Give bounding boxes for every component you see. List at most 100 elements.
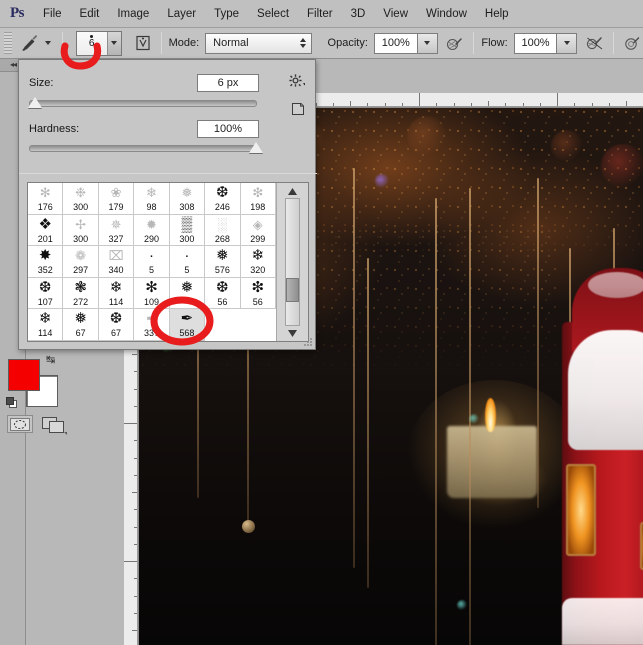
brush-preset-cell[interactable]: ✒ 568: [169, 309, 206, 341]
options-separator-4: [613, 32, 615, 54]
brush-preset-cell[interactable]: · 5: [134, 246, 170, 278]
brush-preset-cell[interactable]: ❇ 56: [240, 277, 276, 310]
flow-input[interactable]: 100%: [513, 32, 558, 54]
brush-preset-cell[interactable]: ✵ 327: [98, 214, 135, 247]
opacity-dropdown-button[interactable]: [417, 32, 438, 54]
brush-preset-cell[interactable]: ◈ 299: [240, 214, 276, 247]
hardness-slider-thumb[interactable]: [249, 142, 263, 153]
brush-preset-cell[interactable]: ░ 268: [205, 214, 241, 247]
options-bar-grip[interactable]: [4, 32, 12, 54]
brush-preset-cell[interactable]: ❆ 107: [28, 277, 64, 310]
brush-preset-thumbnail: ❀: [110, 185, 122, 200]
pressure-size-icon[interactable]: [621, 32, 643, 54]
screen-mode-icon[interactable]: [42, 415, 68, 435]
brush-preset-cell[interactable]: ✻ 176: [28, 183, 64, 215]
photoshop-logo: Ps: [10, 5, 25, 21]
brush-preset-cell[interactable]: ✢ 300: [63, 214, 99, 247]
brush-preset-grid-wrapper: ✻ 176 ❉ 300 ❀ 179 ❄ 98 ❅ 308 ❆ 246 ❇ 198 ❖ 201 ✢ 300 ✵ 327 ✹…: [27, 182, 309, 342]
menu-item-help[interactable]: Help: [476, 0, 518, 28]
brush-preset-cell[interactable]: ✹ 290: [134, 214, 170, 247]
brush-preset-cell[interactable]: ✻ 109: [134, 277, 170, 310]
menu-item-view[interactable]: View: [374, 0, 417, 28]
swap-colors-icon[interactable]: ↹: [46, 355, 58, 367]
brush-preset-cell[interactable]: ❆ 56: [205, 277, 241, 310]
hardness-slider[interactable]: [29, 142, 263, 153]
brush-preset-cell[interactable]: ▒ 300: [169, 214, 206, 247]
brush-preset-cell[interactable]: ❆ 67: [98, 309, 135, 341]
brush-preset-cell[interactable]: ❉ 300: [63, 183, 99, 215]
size-slider-thumb[interactable]: [27, 97, 42, 108]
size-slider[interactable]: [27, 97, 257, 108]
resize-grip-icon[interactable]: [303, 337, 313, 347]
brush-preset-thumbnail: ·: [148, 247, 154, 265]
menu-item-select[interactable]: Select: [248, 0, 298, 28]
triangle-down-icon[interactable]: [286, 327, 300, 339]
brush-preset-size-label: 268: [214, 233, 230, 244]
brush-preset-cell[interactable]: ❆ 246: [205, 183, 241, 215]
menu-item-type[interactable]: Type: [205, 0, 248, 28]
brush-grid-scrollbar[interactable]: [276, 183, 308, 341]
brush-preset-cell[interactable]: ✒ 337: [134, 309, 170, 341]
brush-preset-cell[interactable]: ❅ 576: [205, 246, 241, 278]
brush-preset-picker-button[interactable]: 6: [75, 30, 122, 56]
options-separator-3: [473, 32, 475, 54]
ruler-tick: [332, 103, 334, 106]
ruler-tick: [134, 457, 137, 459]
brush-preset-cell[interactable]: ⌧ 340: [98, 246, 135, 278]
brush-preset-cell[interactable]: ❄ 114: [28, 309, 64, 341]
quick-mask-icon[interactable]: [7, 415, 33, 433]
brush-preset-cell[interactable]: ❃ 272: [63, 277, 99, 310]
menu-item-edit[interactable]: Edit: [71, 0, 109, 28]
brush-preset-cell[interactable]: ❅: [169, 277, 206, 310]
menu-item-window[interactable]: Window: [417, 0, 476, 28]
color-swatches: ↹: [6, 355, 58, 410]
menu-item-3d[interactable]: 3D: [342, 0, 375, 28]
blend-mode-value: Normal: [213, 37, 249, 49]
brush-preset-cell[interactable]: ❇ 198: [240, 183, 276, 215]
scrollbar-thumb[interactable]: [286, 278, 299, 303]
ruler-tick: [419, 93, 420, 106]
brush-preset-dropdown-arrow[interactable]: [106, 31, 121, 55]
brush-preset-cell[interactable]: ❁ 297: [63, 246, 99, 278]
brush-tool-dropdown-arrow[interactable]: [42, 41, 55, 45]
menu-item-layer[interactable]: Layer: [158, 0, 205, 28]
size-input[interactable]: 6 px: [197, 74, 259, 92]
menu-item-file[interactable]: File: [34, 0, 71, 28]
hardness-label: Hardness:: [29, 123, 80, 135]
brush-preset-thumbnail: ◈: [252, 216, 263, 232]
brush-preset-cell[interactable]: ❄ 114: [98, 277, 135, 310]
options-bar: 6 Mode: Normal Opacity: 100% Flow: 100%: [0, 28, 643, 59]
brush-preset-cell[interactable]: ❀ 179: [98, 183, 135, 215]
brush-preset-size-label: 320: [250, 265, 266, 276]
gear-icon[interactable]: [289, 74, 307, 88]
brush-preset-cell[interactable]: ✸ 352: [28, 246, 64, 278]
default-colors-icon[interactable]: [6, 397, 19, 410]
pressure-opacity-icon[interactable]: [445, 32, 467, 54]
brush-preset-cell[interactable]: ❄ 320: [240, 246, 276, 278]
opacity-input[interactable]: 100%: [373, 32, 418, 54]
brush-preset-thumbnail: ✻: [145, 278, 158, 296]
airbrush-icon[interactable]: [584, 32, 606, 54]
menu-item-image[interactable]: Image: [108, 0, 158, 28]
scrollbar-track[interactable]: [285, 198, 300, 326]
ruler-tick: [350, 101, 351, 106]
hardness-input[interactable]: 100%: [197, 120, 259, 138]
photoshop-window: Ps File Edit Image Layer Type Select Filter 3D V…: [0, 0, 643, 645]
ruler-tick: [134, 612, 137, 614]
brush-preset-cell[interactable]: ❄ 98: [134, 183, 170, 215]
triangle-up-icon[interactable]: [286, 185, 300, 197]
blend-mode-select[interactable]: Normal: [205, 32, 312, 54]
brush-preset-cell[interactable]: · 5: [169, 246, 206, 278]
brush-preset-cell[interactable]: ❅ 308: [169, 183, 206, 215]
brush-preset-grid[interactable]: ✻ 176 ❉ 300 ❀ 179 ❄ 98 ❅ 308 ❆ 246 ❇ 198 ❖ 201 ✢ 300 ✵ 327 ✹…: [28, 183, 276, 341]
flow-dropdown-button[interactable]: [557, 32, 578, 54]
menu-item-filter[interactable]: Filter: [298, 0, 342, 28]
tablet-pressure-icon[interactable]: [132, 32, 154, 54]
ruler-tick: [134, 440, 137, 442]
brush-icon[interactable]: [16, 31, 42, 55]
new-preset-icon[interactable]: [291, 102, 305, 116]
foreground-color-swatch[interactable]: [8, 359, 40, 391]
brush-preset-cell[interactable]: ❖ 201: [28, 214, 64, 247]
brush-preset-cell[interactable]: ❅ 67: [63, 309, 99, 341]
brush-preset-size-label: 109: [143, 296, 159, 307]
